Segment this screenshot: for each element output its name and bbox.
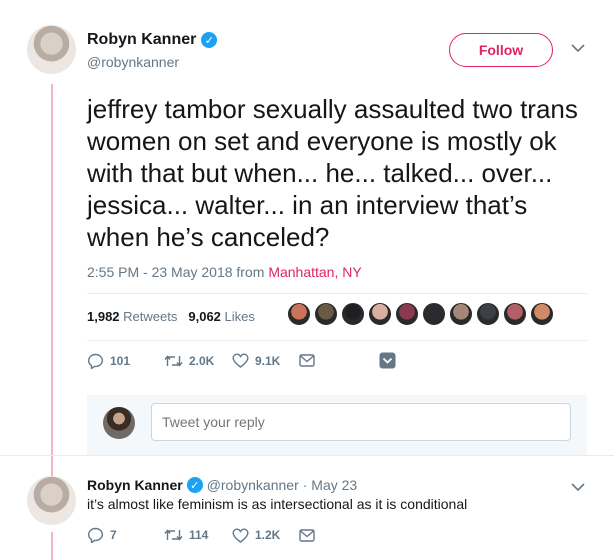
reply-header: Robyn Kanner ✓ @robynkanner · May 23 [87,477,357,493]
verified-icon: ✓ [186,477,203,493]
retweet-count: 2.0K [189,353,215,368]
divider [87,293,587,294]
liker-avatar[interactable] [341,302,365,326]
likes-stat[interactable]: 9,062 Likes [188,309,255,324]
like-action[interactable]: 1.2K [232,527,299,543]
liker-avatar[interactable] [395,302,419,326]
tweet-timestamp[interactable]: 2:55 PM - 23 May 2018 from [87,264,268,280]
retweets-label: Retweets [123,309,178,324]
retweet-icon [164,354,183,367]
reply-action[interactable]: 7 [87,527,164,543]
reply-author-name[interactable]: Robyn Kanner [87,477,183,493]
avatar[interactable] [27,476,76,525]
direct-message-action[interactable] [299,354,379,367]
divider [0,455,614,456]
reply-actions: 7 114 1.2K [87,527,315,543]
retweet-count: 114 [189,528,209,542]
like-count: 1.2K [255,528,281,542]
tweet-text: jeffrey tambor sexually assaulted two tr… [87,94,578,252]
retweet-icon [164,529,183,541]
author-name[interactable]: Robyn Kanner [87,31,196,49]
liker-avatar[interactable] [314,302,338,326]
author-name-row[interactable]: Robyn Kanner ✓ [87,31,218,49]
chevron-down-icon[interactable] [571,41,585,56]
divider [87,340,587,341]
like-count: 9.1K [255,353,281,368]
retweets-stat[interactable]: 1,982 Retweets [87,309,177,324]
tweet-location[interactable]: Manhattan, NY [268,264,361,280]
likes-label: Likes [224,309,255,324]
tweet-actions: 101 2.0K 9.1K [87,352,396,369]
direct-message-action[interactable] [299,528,315,542]
like-action[interactable]: 9.1K [232,353,299,368]
liker-avatar[interactable] [476,302,500,326]
follow-button[interactable]: Follow [449,33,553,67]
reply-action[interactable]: 101 [87,353,164,369]
reply-icon [87,527,104,543]
liker-avatar[interactable] [287,302,311,326]
more-action[interactable] [379,352,396,369]
reply-count: 101 [110,353,131,368]
reply-icon [87,353,104,369]
liker-avatar[interactable] [368,302,392,326]
avatar[interactable] [27,25,76,74]
liker-avatar[interactable] [530,302,554,326]
reply-input[interactable] [151,403,571,441]
current-user-avatar[interactable] [103,407,135,439]
chevron-down-icon[interactable] [571,480,585,495]
verified-icon: ✓ [201,32,218,48]
retweet-action[interactable]: 114 [164,528,232,542]
reply-count: 7 [110,528,117,542]
reply-text: it’s almost like feminism is as intersec… [87,496,468,512]
tweet-stats: 1,982 Retweets 9,062 Likes [87,309,255,324]
tweet-metadata: 2:55 PM - 23 May 2018 from Manhattan, NY [87,264,362,280]
likers-avatars [287,302,554,326]
author-handle[interactable]: @robynkanner [87,54,179,70]
envelope-icon [299,528,315,542]
retweet-action[interactable]: 2.0K [164,354,232,368]
reply-date[interactable]: · May 23 [303,477,357,493]
chevron-badge-icon [379,352,396,369]
liker-avatar[interactable] [503,302,527,326]
retweets-count: 1,982 [87,309,120,324]
heart-icon [232,527,249,543]
reply-author-handle[interactable]: @robynkanner [207,477,299,493]
liker-avatar[interactable] [422,302,446,326]
thread-line [51,84,53,478]
heart-icon [232,353,249,368]
envelope-icon [299,354,315,367]
liker-avatar[interactable] [449,302,473,326]
likes-count: 9,062 [188,309,221,324]
thread-line [51,532,53,560]
